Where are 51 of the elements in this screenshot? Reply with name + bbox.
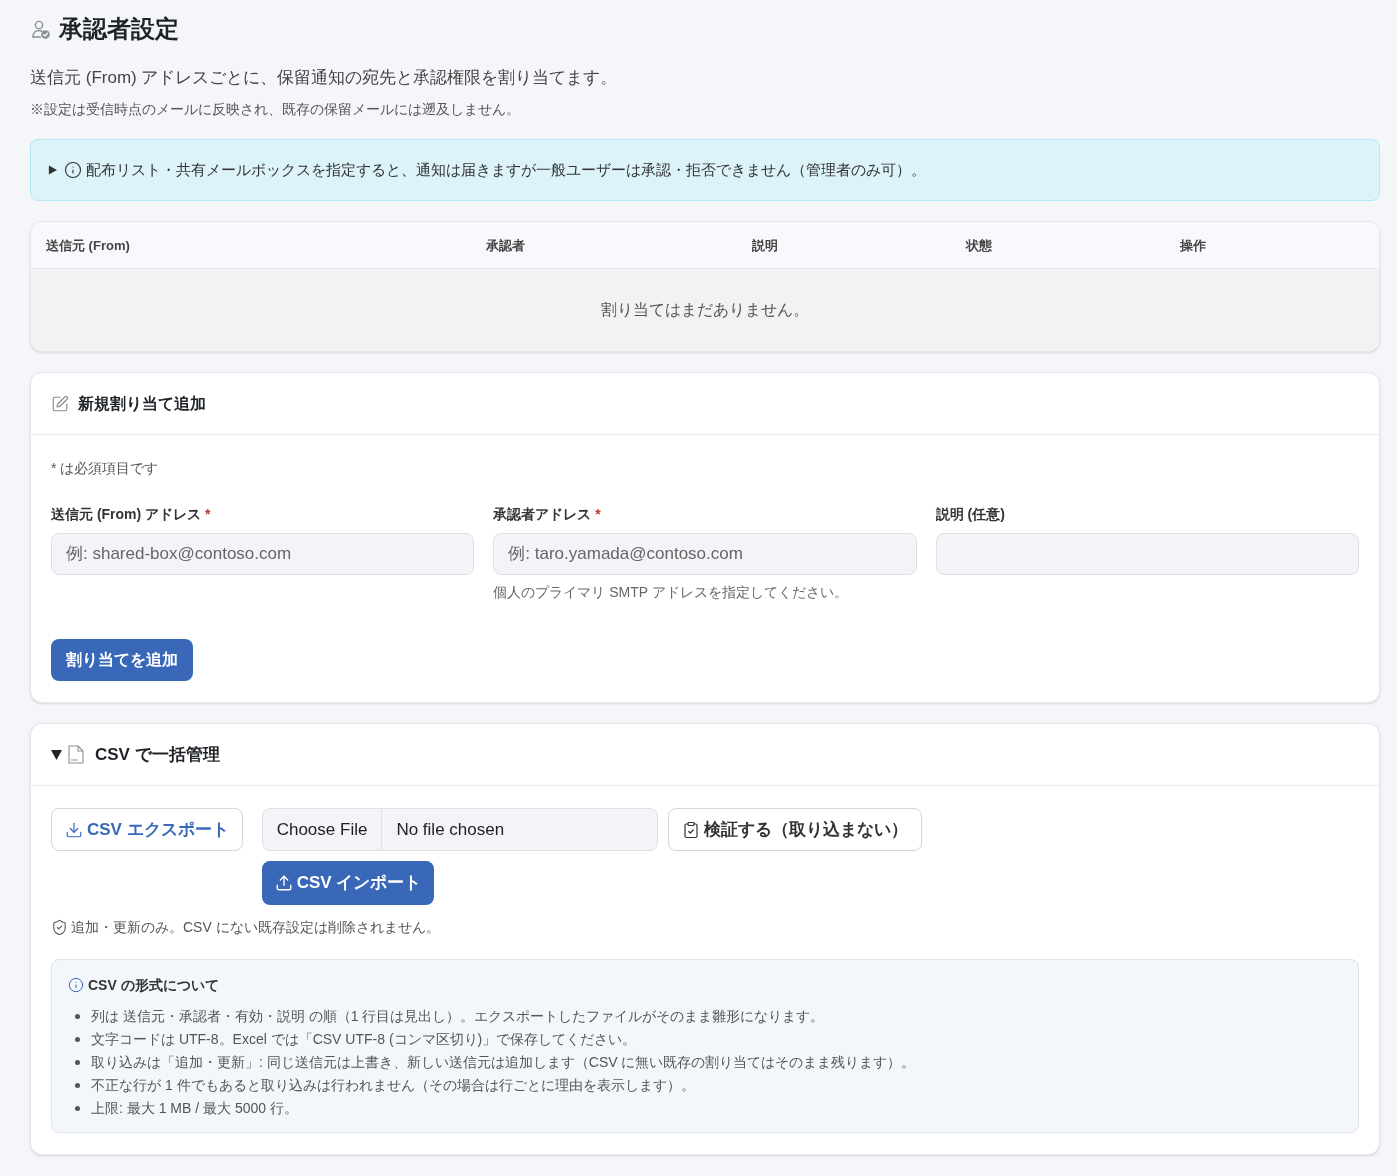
field-label: 承認者アドレス * [493, 505, 601, 524]
bullet-icon [75, 1037, 80, 1042]
format-rule: 取り込みは「追加・更新」: 同じ送信元は上書き、新しい送信元は追加します（CSV に無い既存の割り当てはそのまま残ります）。 [91, 1053, 916, 1072]
import-button[interactable]: CSV インポート [261, 861, 435, 905]
clipboard-check-icon [681, 820, 700, 839]
card-title: CSV で一括管理 [95, 743, 220, 766]
validate-button[interactable]: 検証する（取り込まない） [667, 808, 922, 851]
upload-icon [274, 874, 293, 892]
edit-icon [51, 394, 69, 413]
field-label: 送信元 (From) アドレス * [51, 505, 211, 524]
choose-file-button[interactable]: Choose File [262, 809, 383, 850]
column-header: 承認者 [486, 238, 525, 253]
file-icon [68, 745, 84, 764]
shield-check-icon [51, 918, 68, 936]
text-field[interactable] [935, 533, 1359, 575]
caret-icon[interactable] [48, 165, 57, 175]
field-label: 説明 (任意) [935, 505, 1005, 524]
required-note: * は必須項目です [51, 459, 160, 478]
text-field[interactable]: 例: shared-box@contoso.com [51, 533, 475, 575]
page-note: ※設定は受信時点のメールに反映され、既存の保留メールには遡及しません。 [30, 100, 521, 119]
bullet-icon [75, 1060, 80, 1065]
info-alert[interactable]: 配布リスト・共有メールボックスを指定すると、通知は届きますが一般ユーザーは承認・拒否できません（管理者のみ可）。 [30, 139, 1380, 201]
column-header: 説明 [752, 238, 778, 253]
bullet-icon [75, 1014, 80, 1019]
alert-text: 配布リスト・共有メールボックスを指定すると、通知は届きますが一般ユーザーは承認・拒否できません（管理者のみ可）。 [86, 159, 926, 180]
format-rule: 不正な行が 1 件でもあると取り込みは行われません（その場合は行ごとに理由を表示します）。 [91, 1076, 695, 1095]
download-icon [65, 820, 83, 839]
format-rule: 上限: 最大 1 MB / 最大 5000 行。 [91, 1099, 298, 1118]
card-title: 新規割り当て追加 [78, 393, 206, 414]
info-icon [68, 977, 84, 993]
format-rule: 列は 送信元・承認者・有効・説明 の順（1 行目は見出し）。エクスポートしたファイルがそのまま雛形になります。 [91, 1007, 825, 1026]
format-rule: 文字コードは UTF-8。Excel では「CSV UTF-8 (コンマ区切り)」で保存してください。 [91, 1030, 637, 1049]
file-field[interactable]: Choose File No file chosen [261, 808, 658, 851]
field-hint: 個人のプライマリ SMTP アドレスを指定してください。 [493, 583, 848, 602]
column-header: 送信元 (From) [46, 238, 130, 253]
add-button[interactable]: 割り当てを追加 [51, 639, 193, 681]
export-button[interactable]: CSV エクスポート [51, 808, 243, 851]
user-check-icon [32, 19, 50, 39]
bullet-icon [75, 1106, 80, 1111]
file-status-text: No file chosen [395, 818, 506, 841]
csv-note: 追加・更新のみ。CSV にない既存設定は削除されません。 [71, 918, 440, 937]
column-header: 操作 [1180, 238, 1206, 253]
caret-icon[interactable] [51, 749, 62, 760]
bullet-icon [75, 1083, 80, 1088]
text-field[interactable]: 例: taro.yamada@contoso.com [493, 533, 917, 575]
format-title: CSV の形式について [88, 976, 219, 995]
empty-message: 割り当てはまだありません。 [601, 300, 809, 320]
page-title: 承認者設定 [59, 14, 179, 44]
info-icon [64, 161, 82, 179]
column-header: 状態 [966, 238, 992, 253]
page-description: 送信元 (From) アドレスごとに、保留通知の宛先と承認権限を割り当てます。 [30, 67, 619, 89]
